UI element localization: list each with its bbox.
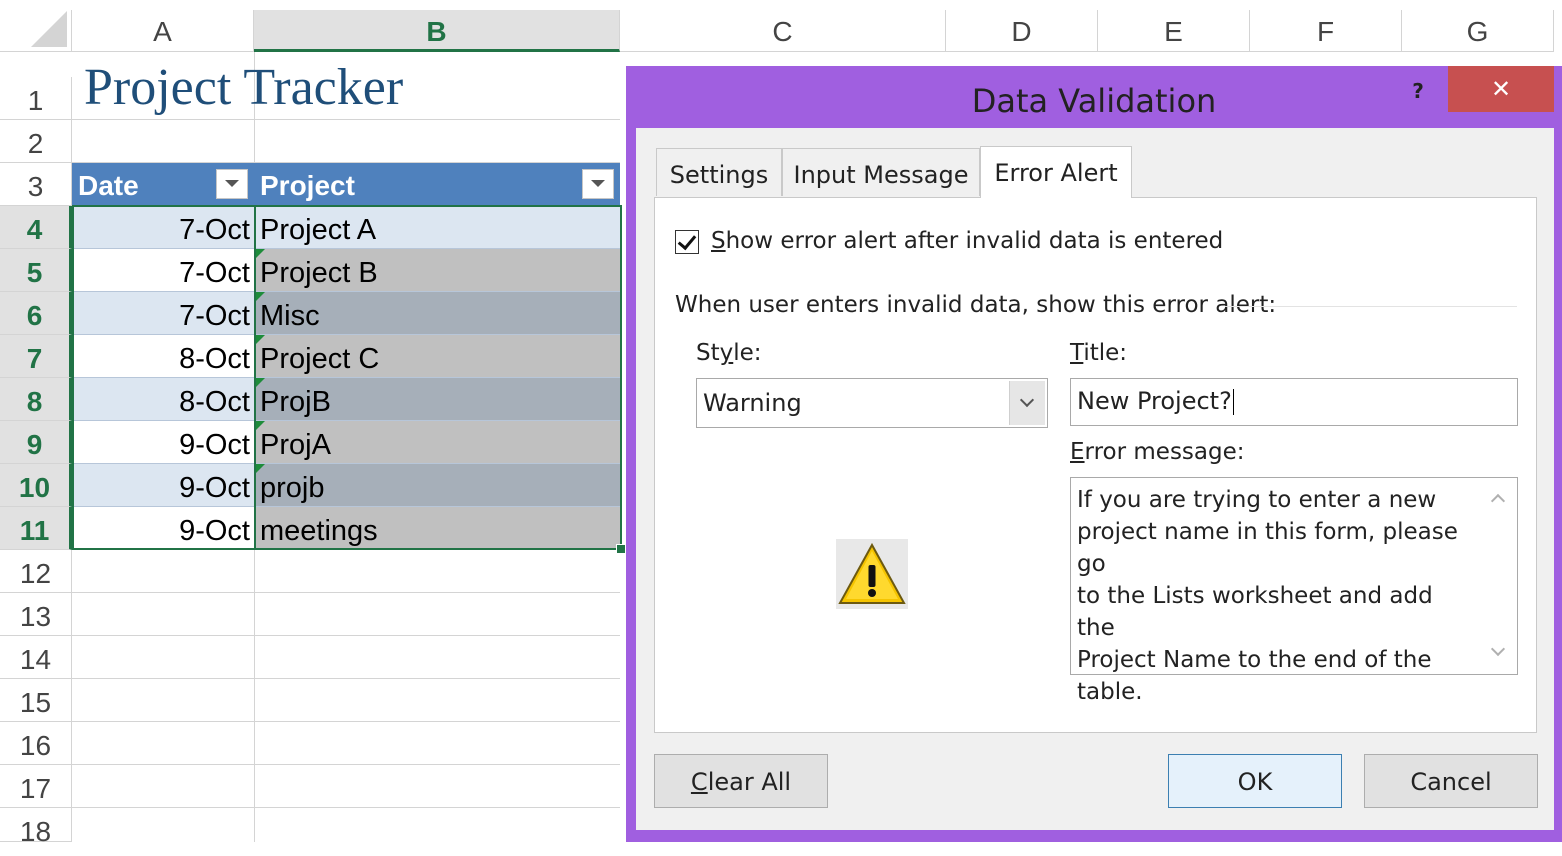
filter-dropdown-icon[interactable] [582,169,614,199]
date-cell[interactable]: 9-Oct [72,421,254,464]
row-header-7[interactable]: 7 [0,335,72,378]
scroll-up-icon[interactable] [1490,493,1506,509]
error-indicator-icon[interactable] [256,378,265,387]
show-alert-checkbox[interactable] [675,230,699,254]
section-label: When user enters invalid data, show this… [675,292,1277,318]
project-cell[interactable]: Misc [254,292,620,335]
error-alert-panel: Show error alert after invalid data is e… [654,197,1537,733]
section-divider [1225,306,1517,307]
row-header-14[interactable]: 14 [0,636,72,679]
show-alert-label-accel: S [711,228,726,254]
row-header-1[interactable]: 1 [0,77,72,120]
error-message-value: If you are trying to enter a new project… [1077,487,1458,705]
gridline [72,635,620,636]
project-cell[interactable]: projb [254,464,620,507]
project-cell[interactable]: Project B [254,249,620,292]
close-button[interactable]: ✕ [1448,66,1554,112]
table-header-date[interactable]: Date [72,163,254,205]
row-header-10[interactable]: 10 [0,464,72,507]
row-header-6[interactable]: 6 [0,292,72,335]
error-indicator-icon[interactable] [256,421,265,430]
tab-input-message[interactable]: Input Message [782,148,980,196]
error-indicator-icon[interactable] [256,464,265,473]
column-header-e[interactable]: E [1098,10,1250,52]
row-header-15[interactable]: 15 [0,679,72,722]
row-header-8[interactable]: 8 [0,378,72,421]
clear-all-button[interactable]: Clear All [654,754,828,808]
date-cell[interactable]: 7-Oct [72,249,254,292]
table-header-project[interactable]: Project [254,163,620,205]
chevron-down-icon[interactable] [1009,381,1045,425]
column-header-f[interactable]: F [1250,10,1402,52]
style-select-value: Warning [703,389,802,417]
warning-triangle-icon [836,539,908,609]
row-header-9[interactable]: 9 [0,421,72,464]
project-cell[interactable]: ProjA [254,421,620,464]
error-indicator-icon[interactable] [256,335,265,344]
row-header-16[interactable]: 16 [0,722,72,765]
scroll-down-icon[interactable] [1490,641,1506,657]
title-label: Title: [1070,340,1128,366]
error-message-textarea[interactable]: If you are trying to enter a new project… [1070,477,1518,705]
row-header-3[interactable]: 3 [0,163,72,206]
date-cell[interactable]: 9-Oct [72,464,254,507]
date-cell[interactable]: 8-Oct [72,378,254,421]
column-header-b[interactable]: B [254,10,620,52]
fill-handle[interactable] [616,544,626,554]
style-label: Style: [696,340,762,366]
gridline [72,764,620,765]
table-header-project-label: Project [260,170,355,201]
row-header-5[interactable]: 5 [0,249,72,292]
show-alert-label[interactable]: Show error alert after invalid data is e… [711,228,1223,254]
data-validation-dialog: Data Validation ? ✕ Settings Input Messa… [626,66,1562,842]
title-input[interactable]: New Project? [1070,378,1518,426]
gridline [72,678,620,679]
gridline [72,807,620,808]
column-header-d[interactable]: D [946,10,1098,52]
select-all-corner[interactable] [0,10,72,52]
row-header-4[interactable]: 4 [0,206,72,249]
help-button[interactable]: ? [1398,78,1438,108]
sheet-title[interactable]: Project Tracker [84,58,403,117]
filter-dropdown-icon[interactable] [216,169,248,199]
gridline [72,119,620,120]
project-cell[interactable]: Project C [254,335,620,378]
row-header-11[interactable]: 11 [0,507,72,550]
date-cell[interactable]: 8-Oct [72,335,254,378]
row-header-17[interactable]: 17 [0,765,72,808]
error-indicator-icon[interactable] [256,249,265,258]
show-alert-label-text: how error alert after invalid data is en… [725,228,1224,254]
project-cell[interactable]: meetings [254,507,620,550]
row-header-2[interactable]: 2 [0,120,72,163]
date-cell[interactable]: 9-Oct [72,507,254,550]
column-header-c[interactable]: C [620,10,946,52]
dialog-body: Settings Input Message Error Alert Show … [636,128,1554,830]
table-header-date-label: Date [78,170,139,201]
project-cell[interactable]: Project A [254,206,620,249]
tab-settings[interactable]: Settings [656,148,782,196]
style-select[interactable]: Warning [696,378,1048,428]
row-header-13[interactable]: 13 [0,593,72,636]
cancel-button[interactable]: Cancel [1364,754,1538,808]
column-header-g[interactable]: G [1402,10,1554,52]
gridline [72,721,620,722]
date-cell[interactable]: 7-Oct [72,292,254,335]
date-cell[interactable]: 7-Oct [72,206,254,249]
row-header-12[interactable]: 12 [0,550,72,593]
ok-button[interactable]: OK [1168,754,1342,808]
gridline [72,592,620,593]
error-message-label: Error message: [1070,439,1245,465]
row-header-18[interactable]: 18 [0,808,72,847]
column-header-a[interactable]: A [72,10,254,52]
tab-error-alert[interactable]: Error Alert [980,146,1132,198]
project-cell[interactable]: ProjB [254,378,620,421]
error-indicator-icon[interactable] [256,292,265,301]
title-input-value: New Project? [1077,387,1234,415]
